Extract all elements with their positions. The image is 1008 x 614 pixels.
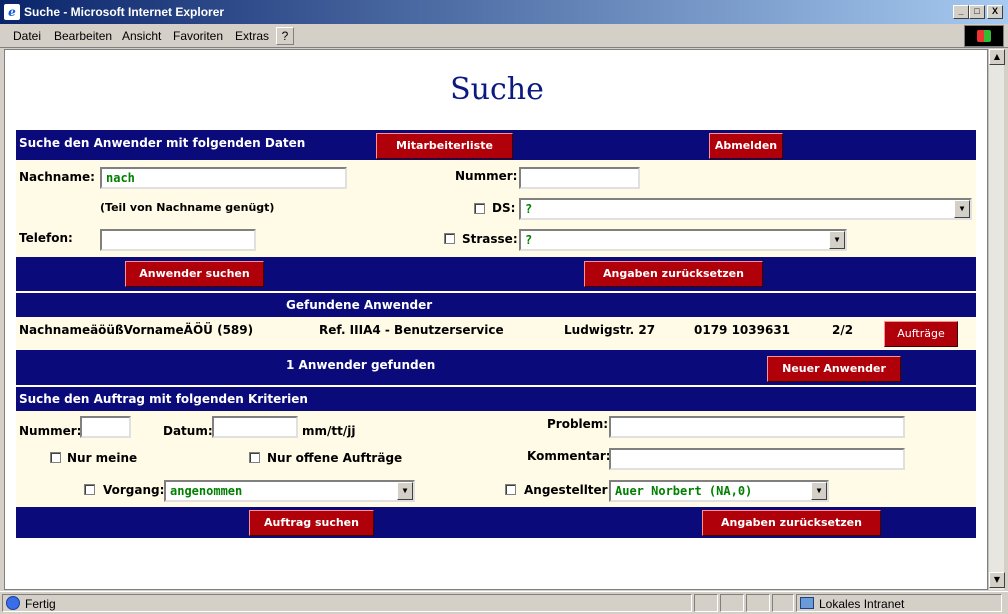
orders-button[interactable]: Aufträge bbox=[884, 321, 958, 347]
found-users-heading: Gefundene Anwender bbox=[286, 298, 433, 312]
street-checkbox[interactable] bbox=[444, 233, 455, 244]
found-users-header: Gefundene Anwender bbox=[16, 293, 976, 317]
staff-list-button[interactable]: Mitarbeiterliste bbox=[376, 133, 513, 159]
reset-user-search-button[interactable]: Angaben zurücksetzen bbox=[584, 261, 763, 287]
menu-ansicht[interactable]: Ansicht bbox=[122, 29, 161, 43]
chevron-down-icon[interactable]: ▼ bbox=[811, 482, 827, 500]
street-select-value: ? bbox=[525, 233, 533, 247]
employee-label: Angestellter: bbox=[524, 483, 613, 497]
maximize-button[interactable]: □ bbox=[969, 5, 985, 19]
menu-favoriten[interactable]: Favoriten bbox=[173, 29, 223, 43]
user-name-cell[interactable]: NachnameäöüßVornameÄÖÜ (589) bbox=[19, 323, 253, 337]
comment-label: Kommentar: bbox=[527, 449, 611, 463]
process-select-value: angenommen bbox=[170, 484, 243, 498]
comment-input[interactable] bbox=[609, 448, 905, 470]
user-search-actions: Anwender suchen Angaben zurücksetzen bbox=[16, 257, 976, 291]
vertical-scrollbar[interactable]: ▲ ▼ bbox=[988, 49, 1005, 590]
status-cell-empty bbox=[694, 594, 718, 612]
status-cell: Fertig bbox=[2, 594, 692, 612]
problem-label: Problem: bbox=[547, 417, 609, 431]
phone-input[interactable] bbox=[100, 229, 256, 251]
employee-select[interactable]: Auer Norbert (NA,0) ▼ bbox=[609, 480, 829, 502]
zone-text: Lokales Intranet bbox=[819, 597, 905, 611]
status-cell-empty bbox=[720, 594, 744, 612]
ds-select[interactable]: ? ▼ bbox=[519, 198, 972, 220]
close-button[interactable]: X bbox=[987, 5, 1003, 19]
minimize-button[interactable]: _ bbox=[953, 5, 969, 19]
menu-bar: Datei Bearbeiten Ansicht Favoriten Extra… bbox=[0, 24, 1008, 48]
window-title: Suche - Microsoft Internet Explorer bbox=[24, 5, 225, 19]
zone-cell: Lokales Intranet bbox=[796, 594, 1002, 612]
chevron-down-icon[interactable]: ▼ bbox=[829, 231, 845, 249]
page-title: Suche bbox=[450, 72, 544, 107]
windows-logo-icon bbox=[964, 25, 1004, 47]
chevron-down-icon[interactable]: ▼ bbox=[397, 482, 413, 500]
user-count-cell: 2/2 bbox=[832, 323, 854, 337]
menu-datei[interactable]: Datei bbox=[13, 29, 41, 43]
page-icon bbox=[6, 596, 20, 610]
table-row[interactable]: NachnameäöüßVornameÄÖÜ (589) Ref. IIIA4 … bbox=[16, 317, 976, 350]
status-text: Fertig bbox=[25, 597, 56, 611]
lastname-hint: (Teil von Nachname genügt) bbox=[100, 201, 275, 214]
new-user-button[interactable]: Neuer Anwender bbox=[767, 356, 901, 382]
order-search-form: Nummer: Datum: mm/tt/jj Problem: Nur mei… bbox=[16, 411, 976, 507]
status-cell-empty bbox=[772, 594, 794, 612]
order-number-input[interactable] bbox=[80, 416, 131, 438]
process-checkbox[interactable] bbox=[84, 484, 95, 495]
status-cell-empty bbox=[746, 594, 770, 612]
user-search-form: Nachname: nach (Teil von Nachname genügt… bbox=[16, 160, 976, 257]
search-order-button[interactable]: Auftrag suchen bbox=[249, 510, 374, 536]
user-phone-cell: 0179 1039631 bbox=[694, 323, 791, 337]
only-mine-checkbox[interactable] bbox=[50, 452, 61, 463]
street-label: Strasse: bbox=[462, 232, 518, 246]
number-input[interactable] bbox=[519, 167, 640, 189]
page-viewport: Suche Suche den Anwender mit folgenden D… bbox=[4, 49, 988, 590]
street-select[interactable]: ? ▼ bbox=[519, 229, 847, 251]
lastname-label: Nachname: bbox=[19, 170, 95, 184]
only-open-checkbox[interactable] bbox=[249, 452, 260, 463]
date-format-hint: mm/tt/jj bbox=[302, 424, 356, 438]
process-label: Vorgang: bbox=[103, 483, 165, 497]
process-select[interactable]: angenommen ▼ bbox=[164, 480, 415, 502]
status-bar: Fertig Lokales Intranet bbox=[0, 591, 1008, 614]
menu-bearbeiten[interactable]: Bearbeiten bbox=[54, 29, 112, 43]
window-titlebar: e Suche - Microsoft Internet Explorer _ … bbox=[0, 0, 1008, 24]
date-label: Datum: bbox=[163, 424, 213, 438]
problem-input[interactable] bbox=[609, 416, 905, 438]
number-label: Nummer: bbox=[455, 169, 518, 183]
order-search-header: Suche den Auftrag mit folgenden Kriterie… bbox=[16, 387, 976, 411]
order-search-heading: Suche den Auftrag mit folgenden Kriterie… bbox=[19, 392, 308, 406]
ie-logo-icon: e bbox=[4, 4, 20, 20]
chevron-down-icon[interactable]: ▼ bbox=[954, 200, 970, 218]
scroll-down-icon[interactable]: ▼ bbox=[989, 572, 1005, 588]
employee-checkbox[interactable] bbox=[505, 484, 516, 495]
found-count-text: 1 Anwender gefunden bbox=[286, 358, 436, 372]
found-users-summary: 1 Anwender gefunden Neuer Anwender bbox=[16, 350, 976, 385]
reset-order-search-button[interactable]: Angaben zurücksetzen bbox=[702, 510, 881, 536]
menu-extras[interactable]: Extras bbox=[235, 29, 269, 43]
lastname-input[interactable]: nach bbox=[100, 167, 347, 189]
employee-select-value: Auer Norbert (NA,0) bbox=[615, 484, 753, 498]
ds-label: DS: bbox=[492, 201, 516, 215]
search-user-button[interactable]: Anwender suchen bbox=[125, 261, 264, 287]
user-search-heading: Suche den Anwender mit folgenden Daten bbox=[19, 136, 306, 150]
menu-help[interactable]: ? bbox=[276, 27, 294, 45]
ds-checkbox[interactable] bbox=[474, 203, 485, 214]
user-dept-cell: Ref. IIIA4 - Benutzerservice bbox=[319, 323, 504, 337]
ds-select-value: ? bbox=[525, 202, 533, 216]
intranet-icon bbox=[800, 597, 814, 609]
order-search-actions: Auftrag suchen Angaben zurücksetzen bbox=[16, 507, 976, 538]
date-input[interactable] bbox=[212, 416, 298, 438]
order-number-label: Nummer: bbox=[19, 424, 82, 438]
scroll-up-icon[interactable]: ▲ bbox=[989, 49, 1005, 65]
phone-label: Telefon: bbox=[19, 231, 73, 245]
only-open-label: Nur offene Aufträge bbox=[267, 451, 403, 465]
user-search-header: Suche den Anwender mit folgenden Daten M… bbox=[16, 130, 976, 160]
logout-button[interactable]: Abmelden bbox=[709, 133, 783, 159]
only-mine-label: Nur meine bbox=[67, 451, 138, 465]
user-street-cell: Ludwigstr. 27 bbox=[564, 323, 656, 337]
